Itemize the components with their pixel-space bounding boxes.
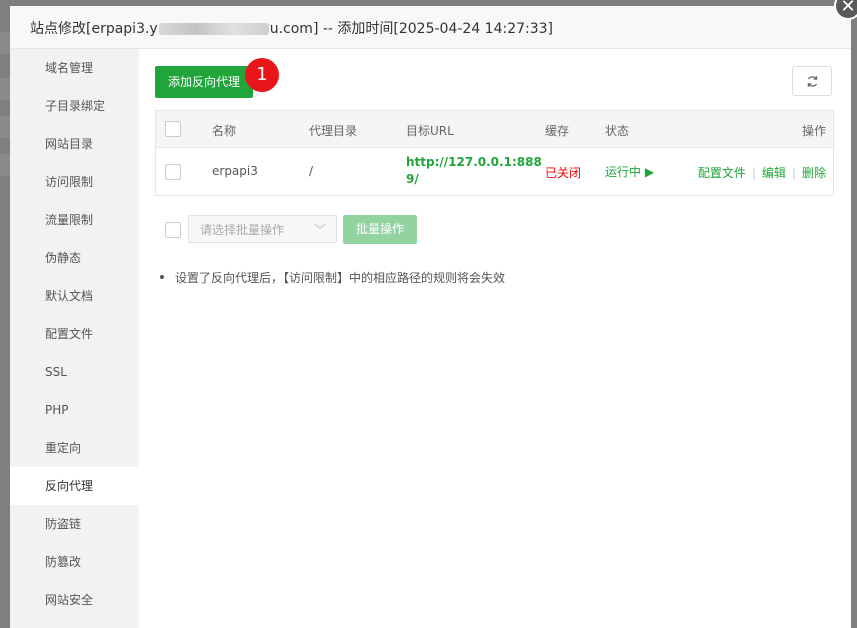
add-reverse-proxy-button[interactable]: 添加反向代理: [155, 66, 253, 98]
note-item: 设置了反向代理后，【访问限制】中的相应路径的规则将会失效: [155, 269, 505, 286]
redacted-domain: [158, 23, 269, 35]
header-status: 状态: [605, 124, 630, 138]
play-icon: ▶: [644, 165, 655, 179]
batch-operation-select[interactable]: 请选择批量操作 ﹀: [188, 215, 337, 243]
settings-sidebar: 域名管理 子目录绑定 网站目录 访问限制 流量限制 伪静态 默认文档 配置文件 …: [10, 49, 139, 628]
sidebar-item-redirect[interactable]: 重定向: [10, 429, 139, 467]
table-row: erpapi3 / http://127.0.0.1:888 9/ 已关闭 运行…: [156, 148, 833, 195]
row-proxy-dir: /: [309, 164, 314, 178]
edit-link[interactable]: 编辑: [762, 166, 786, 180]
proxy-table: 名称 代理目录 目标URL 缓存 状态 操作 erpapi3 / http://…: [155, 110, 834, 196]
header-proxy-dir: 代理目录: [309, 124, 358, 138]
header-cache: 缓存: [545, 124, 570, 138]
batch-select-checkbox[interactable]: [165, 222, 181, 238]
dialog-title-suffix: u.com] -- 添加时间[2025-04-24 14:27:33]: [269, 21, 554, 37]
separator: |: [751, 166, 756, 180]
row-cache-status[interactable]: 已关闭: [545, 164, 581, 181]
row-target-url-line1: http://127.0.0.1:888: [406, 155, 542, 169]
sidebar-item-ssl[interactable]: SSL: [10, 353, 139, 391]
sidebar-item-php[interactable]: PHP: [10, 391, 139, 429]
table-header: 名称 代理目录 目标URL 缓存 状态 操作: [156, 111, 833, 148]
sidebar-item-site-dir[interactable]: 网站目录: [10, 125, 139, 163]
sidebar-item-access-limit[interactable]: 访问限制: [10, 163, 139, 201]
notes-list: 设置了反向代理后，【访问限制】中的相应路径的规则将会失效: [155, 269, 505, 286]
sidebar-item-default-doc[interactable]: 默认文档: [10, 277, 139, 315]
row-target-url[interactable]: http://127.0.0.1:888 9/: [406, 154, 542, 188]
sidebar-item-tamper-proof[interactable]: 防篡改: [10, 543, 139, 581]
sidebar-item-subdir-binding[interactable]: 子目录绑定: [10, 87, 139, 125]
sidebar-item-hotlink[interactable]: 防盗链: [10, 505, 139, 543]
close-icon: ✕: [840, 0, 856, 17]
sidebar-item-site-security[interactable]: 网站安全: [10, 581, 139, 619]
row-target-url-line2: 9/: [406, 172, 419, 186]
batch-operation-button[interactable]: 批量操作: [343, 215, 417, 244]
header-target-url: 目标URL: [406, 124, 454, 138]
dialog-title-prefix: 站点修改[erpapi3.y: [30, 21, 158, 37]
batch-select-placeholder: 请选择批量操作: [200, 223, 285, 237]
header-name: 名称: [212, 124, 237, 138]
dialog-title: 站点修改[erpapi3.y u.com] -- 添加时间[2025-04-24 …: [30, 18, 553, 38]
step-number-badge: 1: [245, 58, 279, 92]
sidebar-item-rewrite[interactable]: 伪静态: [10, 239, 139, 277]
row-name: erpapi3: [212, 164, 258, 178]
sidebar-item-config-file[interactable]: 配置文件: [10, 315, 139, 353]
separator: |: [791, 166, 796, 180]
sidebar-item-reverse-proxy[interactable]: 反向代理: [10, 467, 139, 505]
sidebar-item-domain[interactable]: 域名管理: [10, 49, 139, 87]
refresh-button[interactable]: [792, 66, 832, 96]
dialog-header: 站点修改[erpapi3.y u.com] -- 添加时间[2025-04-24 …: [10, 6, 851, 49]
refresh-icon: [807, 76, 818, 87]
row-run-status[interactable]: 运行中 ▶: [605, 163, 654, 180]
row-run-status-label: 运行中: [605, 165, 642, 179]
select-all-checkbox[interactable]: [165, 121, 181, 137]
config-file-link[interactable]: 配置文件: [698, 166, 746, 180]
chevron-down-icon: ﹀: [313, 223, 326, 237]
header-actions: 操作: [801, 124, 826, 138]
row-checkbox[interactable]: [165, 164, 181, 180]
row-actions: 配置文件 | 编辑 | 删除: [698, 164, 826, 181]
site-edit-dialog: 站点修改[erpapi3.y u.com] -- 添加时间[2025-04-24 …: [10, 6, 851, 628]
sidebar-item-traffic-limit[interactable]: 流量限制: [10, 201, 139, 239]
delete-link[interactable]: 删除: [802, 166, 826, 180]
